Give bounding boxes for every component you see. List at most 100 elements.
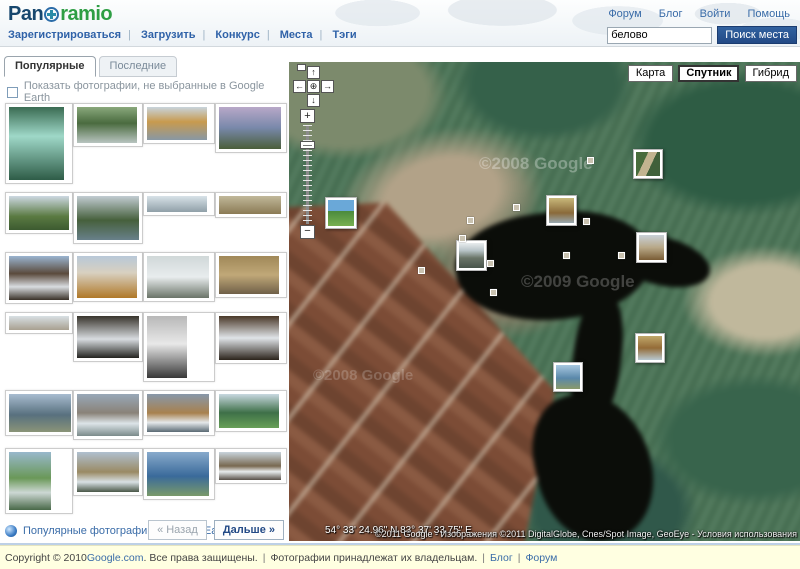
pan-up-button[interactable]: ↑ — [307, 66, 320, 79]
photo-image — [147, 394, 209, 432]
small-photo-marker[interactable] — [563, 252, 570, 259]
login-link[interactable]: Войти — [700, 8, 731, 20]
google-com-link[interactable]: Google.com — [87, 552, 144, 564]
photo-image — [77, 256, 137, 298]
photo-thumbnail[interactable] — [143, 103, 215, 144]
small-photo-marker[interactable] — [487, 260, 494, 267]
map-attribution[interactable]: ©2011 Google - Изображения ©2011 Digital… — [375, 529, 797, 539]
small-photo-marker[interactable] — [459, 235, 466, 242]
map-type-satellite-button[interactable]: Спутник — [678, 65, 739, 82]
page-footer: Copyright © 2010 Google.com . Все права … — [0, 545, 800, 569]
nav-separator: | — [267, 29, 270, 41]
photo-thumbnail[interactable] — [215, 312, 287, 364]
small-photo-marker[interactable] — [587, 157, 594, 164]
logo-text-ramio: ramio — [60, 3, 112, 25]
photo-thumbnail[interactable] — [143, 312, 215, 382]
photo-marker[interactable] — [456, 240, 487, 271]
zoom-out-button[interactable]: − — [300, 225, 315, 239]
pan-down-button[interactable]: ↓ — [307, 94, 320, 107]
nav-places-link[interactable]: Места — [280, 29, 313, 41]
photo-thumbnail[interactable] — [5, 103, 73, 184]
place-search-input[interactable] — [607, 27, 712, 44]
small-photo-marker[interactable] — [467, 217, 474, 224]
photo-marker[interactable] — [633, 149, 663, 179]
zoom-in-button[interactable]: + — [300, 109, 315, 123]
photo-thumbnail[interactable] — [215, 103, 287, 153]
filter-row[interactable]: Показать фотографии, не выбранные в Goog… — [7, 80, 288, 104]
pan-control: ↑ ← ⊕ → ↓ — [292, 64, 336, 108]
small-photo-marker[interactable] — [583, 218, 590, 225]
help-link[interactable]: Помощь — [748, 8, 791, 20]
map-terrain — [289, 62, 800, 541]
photo-thumbnail[interactable] — [5, 312, 73, 334]
show-unselected-checkbox[interactable] — [7, 87, 18, 98]
photo-thumbnail[interactable] — [73, 390, 143, 440]
marker-photo — [549, 198, 574, 223]
search-place-button[interactable]: Поиск места — [717, 26, 797, 44]
footer-separator: | — [263, 552, 266, 564]
pan-left-button[interactable]: ← — [293, 80, 306, 93]
photo-marker[interactable] — [635, 333, 665, 363]
photo-thumbnail[interactable] — [73, 252, 143, 302]
photo-image — [9, 452, 51, 510]
tab-latest[interactable]: Последние — [99, 56, 178, 77]
photo-thumbnail[interactable] — [5, 192, 73, 234]
photo-marker[interactable] — [325, 197, 357, 229]
photo-thumbnail[interactable] — [5, 448, 73, 514]
photo-marker[interactable] — [553, 362, 583, 392]
small-photo-marker[interactable] — [418, 267, 425, 274]
photo-thumbnail[interactable] — [143, 390, 215, 436]
photo-image — [9, 316, 69, 330]
photo-thumbnail[interactable] — [215, 390, 287, 432]
footer-forum-link[interactable]: Форум — [525, 552, 557, 564]
footer-blog-link[interactable]: Блог — [490, 552, 513, 564]
small-photo-marker[interactable] — [618, 252, 625, 259]
satellite-map[interactable]: ©2008 Google ©2009 Google ©2008 Google К… — [289, 62, 800, 541]
photo-thumbnail[interactable] — [215, 448, 287, 484]
small-photo-marker[interactable] — [513, 204, 520, 211]
photo-thumbnail[interactable] — [73, 312, 143, 362]
photo-image — [77, 196, 139, 240]
thumbnail-grid — [5, 103, 287, 514]
search-bar: Поиск места — [607, 26, 797, 44]
photo-marker[interactable] — [636, 232, 667, 263]
map-type-switcher: Карта Спутник Гибрид — [626, 65, 797, 82]
panoramio-logo[interactable]: Panramio — [8, 3, 112, 26]
forum-link[interactable]: Форум — [608, 8, 641, 20]
photo-thumbnail[interactable] — [215, 252, 287, 298]
blog-link[interactable]: Блог — [659, 8, 683, 20]
top-links: Форум Блог Войти Помощь — [594, 8, 790, 20]
zoom-slider-track[interactable] — [303, 125, 312, 224]
pan-center-button[interactable]: ⊕ — [307, 80, 320, 93]
photo-thumbnail[interactable] — [73, 192, 143, 244]
zoom-slider-handle[interactable] — [300, 141, 315, 149]
pan-right-button[interactable]: → — [321, 80, 334, 93]
next-page-button[interactable]: Дальше » — [214, 520, 284, 540]
photo-thumbnail[interactable] — [215, 192, 287, 218]
photo-thumbnail[interactable] — [5, 390, 73, 436]
photo-thumbnail[interactable] — [73, 103, 143, 147]
map-type-hybrid-button[interactable]: Гибрид — [745, 65, 797, 82]
map-type-map-button[interactable]: Карта — [628, 65, 673, 82]
nav-tags-link[interactable]: Тэги — [332, 29, 356, 41]
photo-image — [9, 196, 69, 230]
photo-image — [77, 316, 139, 358]
marker-photo — [556, 365, 580, 389]
photo-thumbnail[interactable] — [143, 252, 215, 302]
photo-thumbnail[interactable] — [143, 448, 215, 500]
photo-thumbnail[interactable] — [73, 448, 143, 496]
tab-popular[interactable]: Популярные — [4, 56, 96, 77]
photo-image — [77, 394, 139, 436]
nav-register-link[interactable]: Зарегистрироваться — [8, 29, 121, 41]
marker-photo — [636, 152, 660, 176]
prev-page-button[interactable]: « Назад — [148, 520, 207, 540]
photo-marker[interactable] — [546, 195, 577, 226]
collapse-controls-button[interactable] — [297, 64, 306, 71]
google-earth-icon — [5, 525, 17, 537]
photo-thumbnail[interactable] — [5, 252, 73, 304]
nav-contest-link[interactable]: Конкурс — [215, 29, 259, 41]
filter-label[interactable]: Показать фотографии, не выбранные в Goog… — [24, 80, 288, 104]
nav-upload-link[interactable]: Загрузить — [141, 29, 196, 41]
small-photo-marker[interactable] — [490, 289, 497, 296]
photo-thumbnail[interactable] — [143, 192, 215, 216]
